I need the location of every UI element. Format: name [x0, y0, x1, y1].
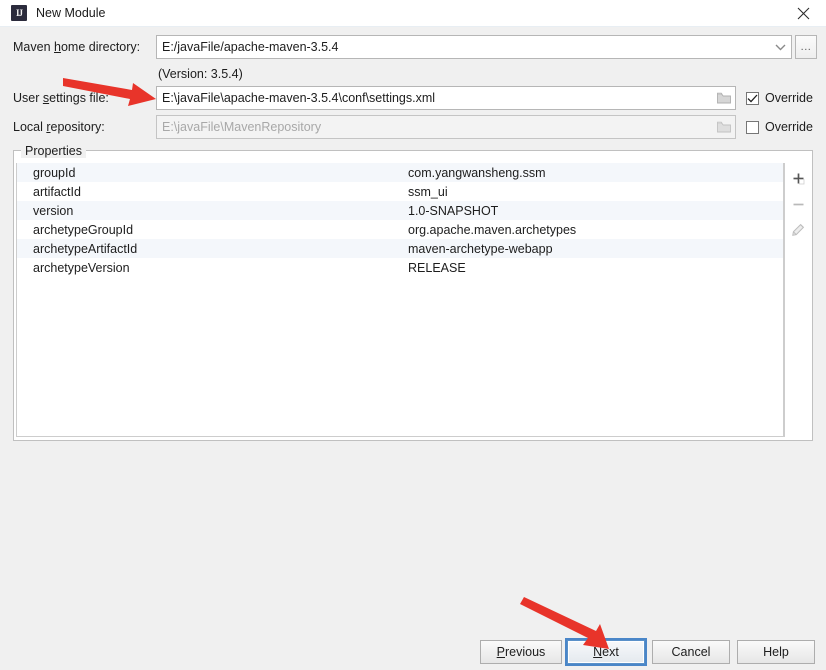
property-name-cell: archetypeArtifactId [33, 241, 138, 256]
add-property-button[interactable] [787, 165, 809, 191]
intellij-idea-icon: IJ [11, 5, 27, 21]
properties-group-legend: Properties [21, 144, 86, 158]
checkbox-box-unchecked[interactable] [746, 120, 759, 134]
property-value-cell: 1.0-SNAPSHOT [408, 203, 499, 218]
maven-home-directory-label: Maven home directory: [13, 40, 141, 54]
property-name-cell: groupId [33, 165, 76, 180]
user-settings-file-value: E:\javaFile\apache-maven-3.5.4\conf\sett… [162, 91, 436, 105]
table-row[interactable]: groupId com.yangwansheng.ssm [17, 163, 783, 182]
property-name-cell: archetypeGroupId [33, 222, 134, 237]
window-title: New Module [36, 6, 106, 20]
properties-table-right-divider [784, 163, 785, 437]
properties-table[interactable]: groupId com.yangwansheng.ssm artifactId ssm… [16, 163, 784, 437]
maven-home-directory-combo[interactable]: E:/javaFile/apache-maven-3.5.4 [156, 35, 792, 59]
property-value-cell: RELEASE [408, 260, 466, 275]
table-row[interactable]: archetypeVersion RELEASE [17, 258, 783, 277]
user-settings-file-input[interactable]: E:\javaFile\apache-maven-3.5.4\conf\sett… [156, 86, 736, 110]
help-button[interactable]: Help [737, 640, 815, 664]
checkbox-box-checked[interactable] [746, 91, 759, 105]
remove-property-button[interactable] [787, 191, 809, 217]
table-row[interactable]: artifactId ssm_ui [17, 182, 783, 201]
maven-home-directory-value: E:/javaFile/apache-maven-3.5.4 [162, 40, 339, 54]
dialog-button-bar: Previous Next Cancel Help [0, 638, 826, 670]
window-titlebar: IJ New Module [0, 0, 826, 26]
property-name-cell: archetypeVersion [33, 260, 130, 275]
local-repository-value: E:\javaFile\MavenRepository [162, 120, 322, 134]
property-value-cell: maven-archetype-webapp [408, 241, 553, 256]
edit-property-button[interactable] [787, 217, 809, 243]
property-name-cell: version [33, 203, 74, 218]
user-settings-override-label: Override [765, 91, 813, 105]
table-row[interactable]: archetypeGroupId org.apache.maven.archety… [17, 220, 783, 239]
user-settings-override-checkbox[interactable]: Override [746, 91, 813, 105]
chevron-down-icon[interactable] [769, 36, 791, 58]
maven-version-note: (Version: 3.5.4) [158, 67, 243, 81]
property-value-cell: org.apache.maven.archetypes [408, 222, 577, 237]
table-row[interactable]: archetypeArtifactId maven-archetype-webap… [17, 239, 783, 258]
folder-icon[interactable] [713, 87, 735, 109]
table-row[interactable]: version 1.0-SNAPSHOT [17, 201, 783, 220]
local-repository-label: Local repository: [13, 120, 105, 134]
local-repository-override-label: Override [765, 120, 813, 134]
close-icon[interactable] [780, 0, 826, 26]
previous-button[interactable]: Previous [480, 640, 562, 664]
property-value-cell: ssm_ui [408, 184, 448, 199]
local-repository-override-checkbox[interactable]: Override [746, 120, 813, 134]
maven-home-browse-button[interactable]: ... [795, 35, 817, 59]
property-name-cell: artifactId [33, 184, 81, 199]
property-value-cell: com.yangwansheng.ssm [408, 165, 546, 180]
local-repository-input[interactable]: E:\javaFile\MavenRepository [156, 115, 736, 139]
next-button[interactable]: Next [567, 640, 645, 664]
cancel-button[interactable]: Cancel [652, 640, 730, 664]
titlebar-separator [0, 26, 826, 27]
user-settings-file-label: User settings file: [13, 91, 109, 105]
folder-icon[interactable] [713, 116, 735, 138]
properties-toolbar [787, 165, 809, 243]
